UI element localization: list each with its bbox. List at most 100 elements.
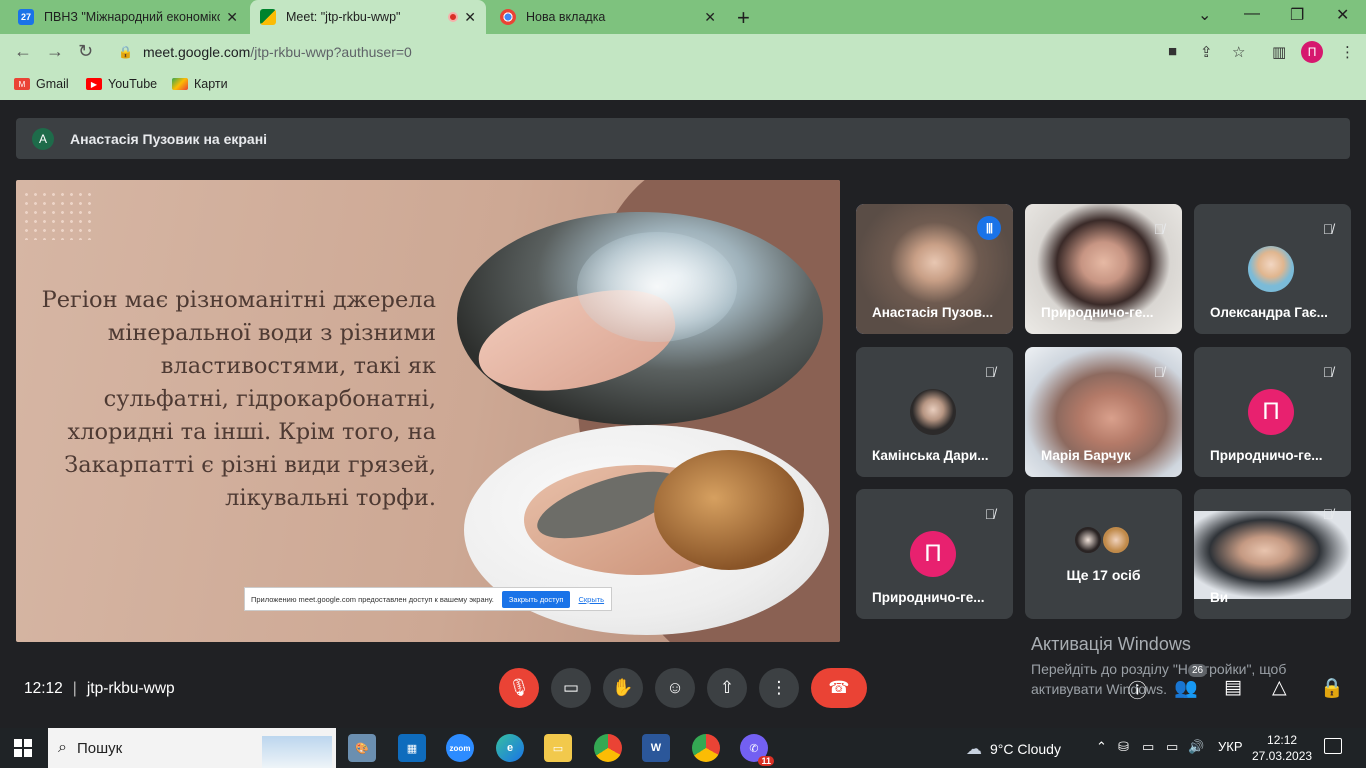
meeting-code: jtp-rkbu-wwp <box>86 680 175 697</box>
people-icon[interactable]: 👥 <box>1174 676 1198 700</box>
lock-icon[interactable]: 🔒 <box>118 45 133 59</box>
participant-name: Олександра Гає... <box>1210 305 1328 320</box>
mic-off-icon: 🎙̸ <box>1153 364 1165 380</box>
windows-start-icon[interactable] <box>14 739 32 757</box>
participant-tile-self[interactable]: 🎙̸ Ви <box>1194 489 1351 619</box>
shared-screen[interactable]: Регіон має різноманітні джерела мінераль… <box>16 180 840 642</box>
tab-title: Нова вкладка <box>526 10 606 24</box>
meeting-time: 12:12 <box>24 680 63 697</box>
mic-off-icon: 🎙 <box>508 678 530 697</box>
chat-icon[interactable]: ▤ <box>1224 676 1242 699</box>
participant-mini-avatar <box>1101 525 1131 555</box>
edge-app-icon[interactable]: e <box>496 734 524 762</box>
tray-chevron-icon[interactable]: ⌃ <box>1096 739 1107 755</box>
present-icon: ⇧ <box>719 678 735 697</box>
file-explorer-icon[interactable]: ▭ <box>544 734 572 762</box>
hair-shape <box>654 450 804 570</box>
participant-tile[interactable]: 🎙̸ Камінська Дари... <box>856 347 1013 477</box>
participant-tile[interactable]: ||| Анастасія Пузов... <box>856 204 1013 334</box>
participant-name: Ви <box>1210 590 1229 605</box>
bookmark-star-icon[interactable]: ☆ <box>1232 43 1245 61</box>
leave-call-button[interactable]: ☎ <box>811 668 867 708</box>
bookmark-gmail[interactable]: M Gmail <box>14 77 69 91</box>
side-panel-icon[interactable]: ▥ <box>1272 43 1286 61</box>
tab-close-icon[interactable]: ✕ <box>464 9 476 26</box>
mic-off-icon: 🎙̸ <box>1153 221 1165 237</box>
forward-button[interactable]: → <box>46 41 64 62</box>
reactions-button[interactable]: ☺ <box>655 668 695 708</box>
network-icon[interactable]: ▭ <box>1142 739 1154 755</box>
participant-tile[interactable]: П 🎙̸ Природничо-ге... <box>1194 347 1351 477</box>
participant-tile[interactable]: 🎙̸ Марія Барчук <box>1025 347 1182 477</box>
notifications-icon[interactable] <box>1324 738 1342 754</box>
tab-meet[interactable]: Meet: "jtp-rkbu-wwp" ✕ <box>250 0 486 34</box>
screen-share-notice: Приложению meet.google.com предоставлен … <box>244 587 612 611</box>
participant-name: Анастасія Пузов... <box>872 305 994 320</box>
water-splash-shape <box>577 232 737 342</box>
participant-tile[interactable]: П 🎙̸ Природничо-ге... <box>856 489 1013 619</box>
participant-tile[interactable]: 🎙̸ Олександра Гає... <box>1194 204 1351 334</box>
hide-notice-link[interactable]: Скрыть <box>578 595 604 604</box>
search-highlight-image <box>262 736 332 768</box>
tab-search-chevron-icon[interactable]: ⌄ <box>1198 5 1211 25</box>
taskbar-search-placeholder: Пошук <box>76 739 123 757</box>
tab-title: Meet: "jtp-rkbu-wwp" <box>286 10 401 24</box>
participant-name: Природничо-ге... <box>1041 305 1154 320</box>
reload-button[interactable]: ↻ <box>78 41 93 62</box>
language-indicator[interactable]: УКР <box>1218 739 1243 754</box>
bookmark-label: YouTube <box>108 77 158 91</box>
menu-kebab-icon[interactable]: ⋮ <box>1340 43 1355 61</box>
end-call-icon: ☎ <box>828 678 850 697</box>
tab-university[interactable]: 27 ПВНЗ "Міжнародний економіко ✕ <box>8 0 248 34</box>
chrome-app-icon[interactable] <box>594 734 622 762</box>
tab-close-icon[interactable]: ✕ <box>704 9 716 26</box>
restore-button[interactable]: ❐ <box>1290 5 1304 25</box>
bookmark-youtube[interactable]: ▶ YouTube <box>86 77 157 91</box>
mic-toggle-button[interactable]: 🎙 <box>499 668 539 708</box>
volume-icon[interactable]: 🔊 <box>1188 739 1204 755</box>
host-controls-lock-icon[interactable]: 🔒 <box>1320 676 1344 700</box>
camera-in-use-icon[interactable]: ■ <box>1168 43 1177 60</box>
weather-widget[interactable]: ☁ 9°C Cloudy <box>966 739 1061 759</box>
raise-hand-button[interactable]: ✋ <box>603 668 643 708</box>
search-icon: ⌕ <box>58 739 67 756</box>
camera-toggle-button[interactable]: ▭ <box>551 668 591 708</box>
participant-initial-avatar: П <box>1248 389 1294 435</box>
bookmark-label: Карти <box>194 77 228 91</box>
windows-taskbar: ⌕ Пошук 🎨 ▦ zoom e ▭ W ✆ 11 ☁ 9°C Cloudy … <box>0 728 1366 768</box>
new-tab-button[interactable]: + <box>737 5 750 31</box>
present-screen-button[interactable]: ⇧ <box>707 668 747 708</box>
chrome-profile-app-icon[interactable] <box>686 728 726 768</box>
viber-app-icon[interactable]: ✆ 11 <box>740 734 774 766</box>
mic-off-icon: 🎙̸ <box>1322 506 1334 522</box>
taskbar-search[interactable]: ⌕ Пошук <box>48 728 336 768</box>
meeting-details-icon[interactable]: ⓘ <box>1128 676 1147 703</box>
cloud-icon: ☁ <box>966 741 982 758</box>
paint-app-icon[interactable]: 🎨 <box>348 734 376 762</box>
bookmark-maps[interactable]: Карти <box>172 77 228 91</box>
share-icon[interactable]: ⇪ <box>1200 43 1213 61</box>
profile-avatar[interactable]: П <box>1301 41 1323 63</box>
participant-name: Природничо-ге... <box>1210 448 1323 463</box>
store-app-icon[interactable]: ▦ <box>398 734 426 762</box>
activities-icon[interactable]: △ <box>1272 676 1287 699</box>
word-app-icon[interactable]: W <box>642 734 670 762</box>
participant-tile[interactable]: 🎙̸ Природничо-ге... <box>1025 204 1182 334</box>
stop-sharing-button[interactable]: Закрыть доступ <box>501 590 571 608</box>
tab-new-tab[interactable]: Нова вкладка ✕ <box>490 0 726 34</box>
network-drive-icon[interactable]: ⛁ <box>1118 739 1129 755</box>
taskbar-time: 12:12 <box>1267 733 1298 747</box>
url-bar[interactable]: 🔒 meet.google.com/jtp-rkbu-wwp?authuser=… <box>106 38 1260 66</box>
meet-stage: А Анастасія Пузовик на екрані Регіон має… <box>0 102 1366 726</box>
battery-icon[interactable]: ▭ <box>1166 739 1178 755</box>
browser-tab-strip: 27 ПВНЗ "Міжнародний економіко ✕ Meet: "… <box>0 0 1366 34</box>
zoom-app-icon[interactable]: zoom <box>446 734 474 762</box>
taskbar-clock[interactable]: 12:12 27.03.2023 <box>1252 732 1312 764</box>
more-options-button[interactable]: ⋮ <box>759 668 799 708</box>
back-button[interactable]: ← <box>14 41 32 62</box>
close-window-button[interactable]: ✕ <box>1336 5 1349 25</box>
more-participants-tile[interactable]: Ще 17 осіб <box>1025 489 1182 619</box>
participant-name: Природничо-ге... <box>872 590 985 605</box>
minimize-button[interactable]: — <box>1244 5 1260 23</box>
tab-close-icon[interactable]: ✕ <box>226 9 238 26</box>
